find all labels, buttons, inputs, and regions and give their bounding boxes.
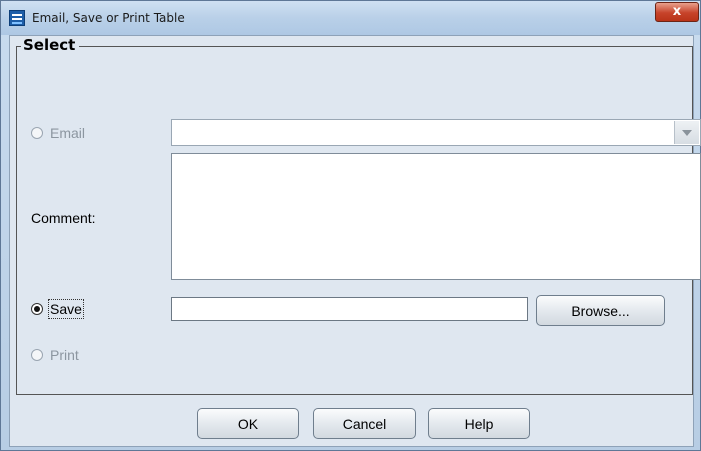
ok-button[interactable]: OK bbox=[197, 408, 299, 439]
select-group: Select Email Comment: Save Browse... Pri… bbox=[16, 36, 701, 395]
cancel-button[interactable]: Cancel bbox=[313, 408, 416, 439]
browse-button[interactable]: Browse... bbox=[536, 295, 665, 326]
email-recipient-combo bbox=[171, 119, 701, 146]
email-radio bbox=[31, 127, 43, 139]
save-radio-label[interactable]: Save bbox=[48, 299, 84, 319]
help-button[interactable]: Help bbox=[428, 408, 530, 439]
email-radio-label: Email bbox=[50, 125, 86, 141]
close-button[interactable]: x bbox=[655, 2, 699, 22]
email-option: Email bbox=[31, 125, 85, 141]
comment-label: Comment: bbox=[31, 210, 96, 226]
dialog-window: Email, Save or Print Table x Select Emai… bbox=[0, 0, 701, 451]
dropdown-arrow-icon bbox=[674, 121, 699, 144]
save-option[interactable]: Save bbox=[31, 299, 84, 319]
group-title: Select bbox=[21, 36, 80, 54]
comment-textarea[interactable] bbox=[171, 153, 701, 280]
window-title: Email, Save or Print Table bbox=[32, 11, 185, 25]
save-radio[interactable] bbox=[31, 303, 43, 315]
dialog-body: Select Email Comment: Save Browse... Pri… bbox=[9, 35, 701, 447]
title-bar[interactable]: Email, Save or Print Table x bbox=[1, 1, 700, 35]
table-app-icon bbox=[9, 10, 25, 26]
print-radio-label: Print bbox=[50, 347, 79, 363]
save-path-input[interactable] bbox=[171, 297, 528, 321]
print-radio bbox=[31, 349, 43, 361]
print-option: Print bbox=[31, 347, 79, 363]
